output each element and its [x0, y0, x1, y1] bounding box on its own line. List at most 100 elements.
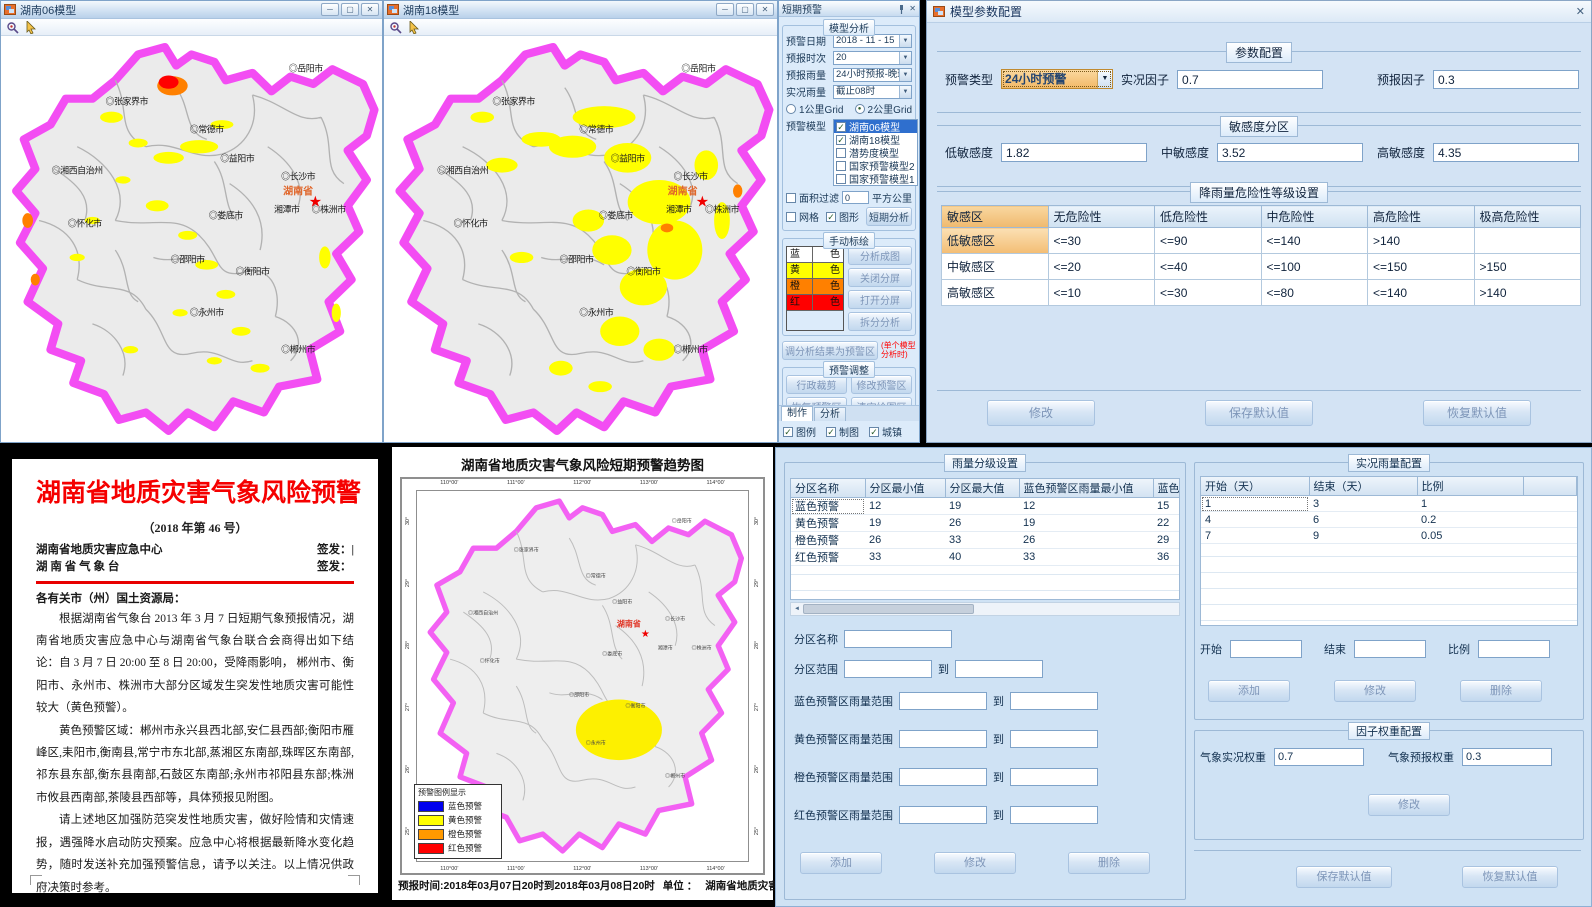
- actual-action-button[interactable]: 添加: [1208, 680, 1290, 702]
- end-input[interactable]: [1354, 640, 1426, 658]
- area-filter-input[interactable]: 0: [842, 191, 869, 204]
- forecast-weight-input[interactable]: 0.3: [1462, 748, 1552, 766]
- table-row[interactable]: 黄色预警19 2619 22: [791, 515, 1180, 532]
- dialog-titlebar[interactable]: 模型参数配置 ✕: [927, 1, 1591, 23]
- dialog-action-button[interactable]: 恢复默认值: [1423, 400, 1531, 426]
- checkbox-icon[interactable]: ✓: [783, 427, 793, 437]
- table-row[interactable]: 13 1: [1201, 496, 1577, 512]
- zoom-icon[interactable]: [389, 21, 402, 34]
- sensitivity-input[interactable]: 3.52: [1217, 143, 1363, 162]
- zone-name-input[interactable]: [844, 630, 952, 648]
- grading-action-button[interactable]: 删除: [1068, 852, 1150, 874]
- window1-titlebar[interactable]: 湖南06模型 ─ ▢ ✕: [1, 1, 382, 19]
- grading-action-button[interactable]: 修改: [934, 852, 1016, 874]
- manual-action-button[interactable]: 打开分屏: [848, 290, 912, 309]
- warning-color-table[interactable]: 蓝 色 黄 色 橙 色: [786, 246, 844, 331]
- rain-grading-table-wrap[interactable]: 分区名称分区最小值分区最大值蓝色预警区雨量最小值蓝色预 蓝色预警12 1912 …: [790, 478, 1180, 600]
- grid-checkbox-wrap[interactable]: 网格: [786, 209, 819, 224]
- zoom-icon[interactable]: [6, 21, 19, 34]
- dropdown[interactable]: 20 ▼: [833, 51, 912, 65]
- scrollbar-thumb[interactable]: [803, 604, 974, 614]
- chevron-down-icon[interactable]: ▼: [899, 35, 911, 47]
- checkbox-icon[interactable]: ✓: [869, 427, 879, 437]
- scroll-left-icon[interactable]: ◄: [791, 606, 803, 612]
- bottom-checkbox-wrap[interactable]: ✓ 制图: [826, 424, 859, 439]
- table-row[interactable]: 红色预警33 4033 36: [791, 549, 1180, 566]
- warning-model-list[interactable]: ✓ 湖南06模型 ✓ 湖南18模型 潜势度模型: [833, 119, 918, 186]
- grading-action-button[interactable]: 添加: [800, 852, 882, 874]
- dropdown[interactable]: 截止08时 ▼: [833, 85, 912, 99]
- minimize-button[interactable]: ─: [321, 3, 339, 16]
- cursor-icon[interactable]: [409, 21, 420, 34]
- color-row[interactable]: 蓝 色: [787, 247, 843, 263]
- map1-canvas[interactable]: ◎岳阳市◎张家界市◎常德市◎益阳市◎湘西自治州◎长沙市◎怀化市◎娄底市湘潭市◎株…: [1, 36, 382, 442]
- radio-option[interactable]: 1公里Grid: [786, 101, 843, 116]
- dropdown[interactable]: 24小时预报-晚班 ▼: [833, 68, 912, 82]
- start-input[interactable]: [1230, 640, 1302, 658]
- short-term-analyze-button[interactable]: 短期分析: [866, 207, 912, 226]
- panel-tab[interactable]: 制作: [781, 406, 813, 421]
- range-min-input[interactable]: [899, 692, 987, 710]
- zone-range-min-input[interactable]: [844, 660, 932, 678]
- table-row[interactable]: 蓝色预警12 1912 15: [791, 498, 1180, 515]
- range-min-input[interactable]: [899, 806, 987, 824]
- table-row[interactable]: 橙色预警26 3326 29: [791, 532, 1180, 549]
- actual-action-button[interactable]: 修改: [1334, 680, 1416, 702]
- table-row[interactable]: 中敏感区<=20 <=40<=100 <=150>150: [942, 254, 1581, 280]
- close-button[interactable]: ✕: [756, 3, 774, 16]
- checkbox-icon[interactable]: [836, 174, 846, 184]
- dialog-action-button[interactable]: 修改: [987, 400, 1095, 426]
- table-row[interactable]: 46 0.2: [1201, 512, 1577, 528]
- maximize-button[interactable]: ▢: [341, 3, 359, 16]
- horizontal-scrollbar[interactable]: ◄: [790, 602, 1180, 616]
- color-row[interactable]: 橙 色: [787, 279, 843, 295]
- dialog-action-button[interactable]: 保存默认值: [1205, 400, 1313, 426]
- close-button[interactable]: ✕: [361, 3, 379, 16]
- table-row[interactable]: 79 0.05: [1201, 528, 1577, 544]
- panel-header[interactable]: 短期预警 ✕: [779, 1, 919, 17]
- factor-input[interactable]: 0.7: [1177, 70, 1323, 89]
- chevron-down-icon[interactable]: ▼: [899, 69, 911, 81]
- panel-close-icon[interactable]: ✕: [909, 4, 916, 13]
- manual-action-button[interactable]: 关闭分屏: [848, 268, 912, 287]
- minimize-button[interactable]: ─: [716, 3, 734, 16]
- map2-canvas[interactable]: ◎岳阳市◎张家界市◎常德市◎益阳市◎湘西自治州◎长沙市◎怀化市◎娄底市湘潭市◎株…: [384, 36, 777, 442]
- cursor-icon[interactable]: [26, 21, 37, 34]
- color-row[interactable]: 黄 色: [787, 263, 843, 279]
- range-max-input[interactable]: [1010, 768, 1098, 786]
- chevron-down-icon[interactable]: ▼: [1097, 70, 1112, 88]
- zone-range-max-input[interactable]: [955, 660, 1043, 678]
- range-max-input[interactable]: [1010, 730, 1098, 748]
- radio-icon[interactable]: ●: [855, 104, 865, 114]
- defaults-action-button[interactable]: 保存默认值: [1296, 866, 1392, 888]
- graph-checkbox-wrap[interactable]: ✓ 图形: [826, 209, 859, 224]
- range-min-input[interactable]: [899, 730, 987, 748]
- checkbox-icon[interactable]: ✓: [836, 122, 846, 132]
- table-row[interactable]: 低敏感区<=30 <=90<=140 >140: [942, 228, 1581, 254]
- adjust-action-button[interactable]: 恢复预警区: [786, 397, 847, 405]
- color-row[interactable]: 红 色: [787, 295, 843, 311]
- range-min-input[interactable]: [899, 768, 987, 786]
- window2-titlebar[interactable]: 湖南18模型 ─ ▢ ✕: [384, 1, 777, 19]
- model-list-item[interactable]: 国家预警模型1: [834, 172, 917, 185]
- radio-option[interactable]: ● 2公里Grid: [855, 101, 912, 116]
- warning-type-dropdown[interactable]: 24小时预警 ▼: [1001, 69, 1113, 89]
- bottom-checkbox-wrap[interactable]: ✓ 城镇: [869, 424, 902, 439]
- grid-checkbox[interactable]: [786, 212, 796, 222]
- chevron-down-icon[interactable]: ▼: [899, 86, 911, 98]
- adjust-action-button[interactable]: 清空绘图区: [851, 397, 912, 405]
- checkbox-icon[interactable]: [836, 148, 846, 158]
- defaults-action-button[interactable]: 恢复默认值: [1462, 866, 1558, 888]
- maximize-button[interactable]: ▢: [736, 3, 754, 16]
- radio-icon[interactable]: [786, 104, 796, 114]
- chevron-down-icon[interactable]: ▼: [899, 52, 911, 64]
- result-to-warning-button[interactable]: 调分析结果为预警区: [782, 341, 878, 360]
- checkbox-icon[interactable]: ✓: [826, 427, 836, 437]
- checkbox-icon[interactable]: ✓: [836, 135, 846, 145]
- range-max-input[interactable]: [1010, 806, 1098, 824]
- dialog-close-icon[interactable]: ✕: [1576, 5, 1585, 18]
- sensitivity-input[interactable]: 1.82: [1001, 143, 1147, 162]
- table-row[interactable]: 高敏感区<=10 <=30<=80 <=140>140: [942, 280, 1581, 306]
- factor-input[interactable]: 0.3: [1433, 70, 1579, 89]
- actual-weight-input[interactable]: 0.7: [1274, 748, 1364, 766]
